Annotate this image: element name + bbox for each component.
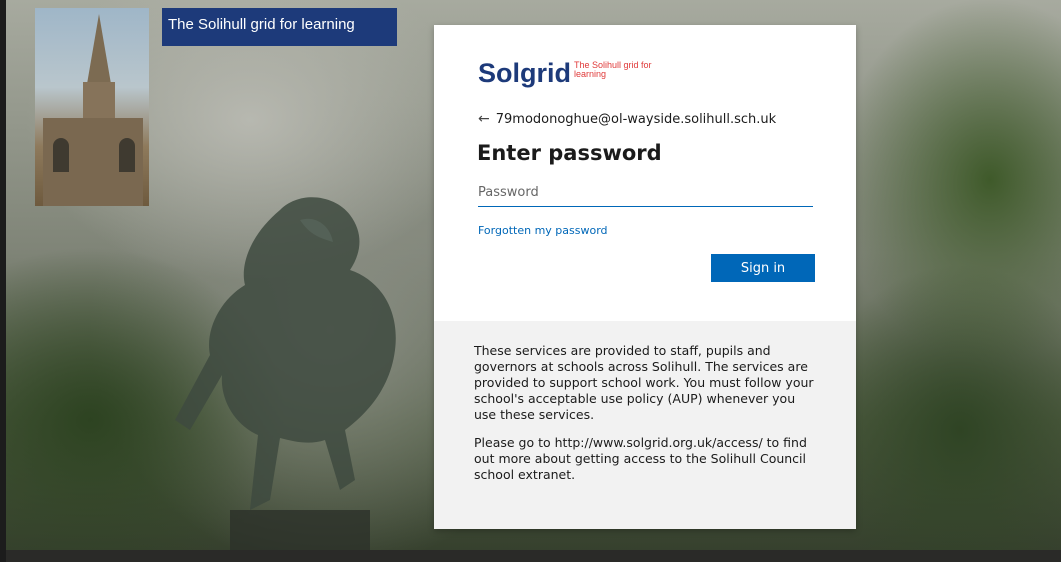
account-identity[interactable]: ← 79modonoghue@ol-wayside.solihull.sch.u… <box>478 111 776 127</box>
arrow-left-icon[interactable]: ← <box>478 111 490 127</box>
logo-tagline: The Solihull grid for learning <box>574 60 652 79</box>
church-spire <box>87 14 111 84</box>
bottom-bar <box>0 550 1061 562</box>
logo-name: Solgrid <box>478 58 571 88</box>
horse-statue <box>175 197 396 550</box>
background-banner: The Solihull grid for learning <box>162 8 397 46</box>
page-title: Enter password <box>477 141 662 165</box>
solgrid-logo: Solgrid The Solihull grid for learning <box>478 57 654 91</box>
login-card: Solgrid The Solihull grid for learning ←… <box>434 25 856 529</box>
login-form-panel: Solgrid The Solihull grid for learning ←… <box>434 25 856 321</box>
forgotten-password-link[interactable]: Forgotten my password <box>478 224 608 237</box>
info-paragraph-usage: These services are provided to staff, pu… <box>474 343 814 422</box>
sign-in-page: The Solihull grid for learning Solgrid T… <box>0 0 1061 562</box>
church-window <box>119 138 135 172</box>
info-panel: These services are provided to staff, pu… <box>434 321 856 529</box>
left-edge <box>0 0 6 562</box>
church-window <box>53 138 69 172</box>
info-paragraph-access: Please go to http://www.solgrid.org.uk/a… <box>474 435 807 482</box>
account-email: 79modonoghue@ol-wayside.solihull.sch.uk <box>495 111 777 127</box>
sign-in-button[interactable]: Sign in <box>711 254 815 282</box>
church-photo <box>35 8 149 206</box>
password-input[interactable] <box>478 179 813 207</box>
